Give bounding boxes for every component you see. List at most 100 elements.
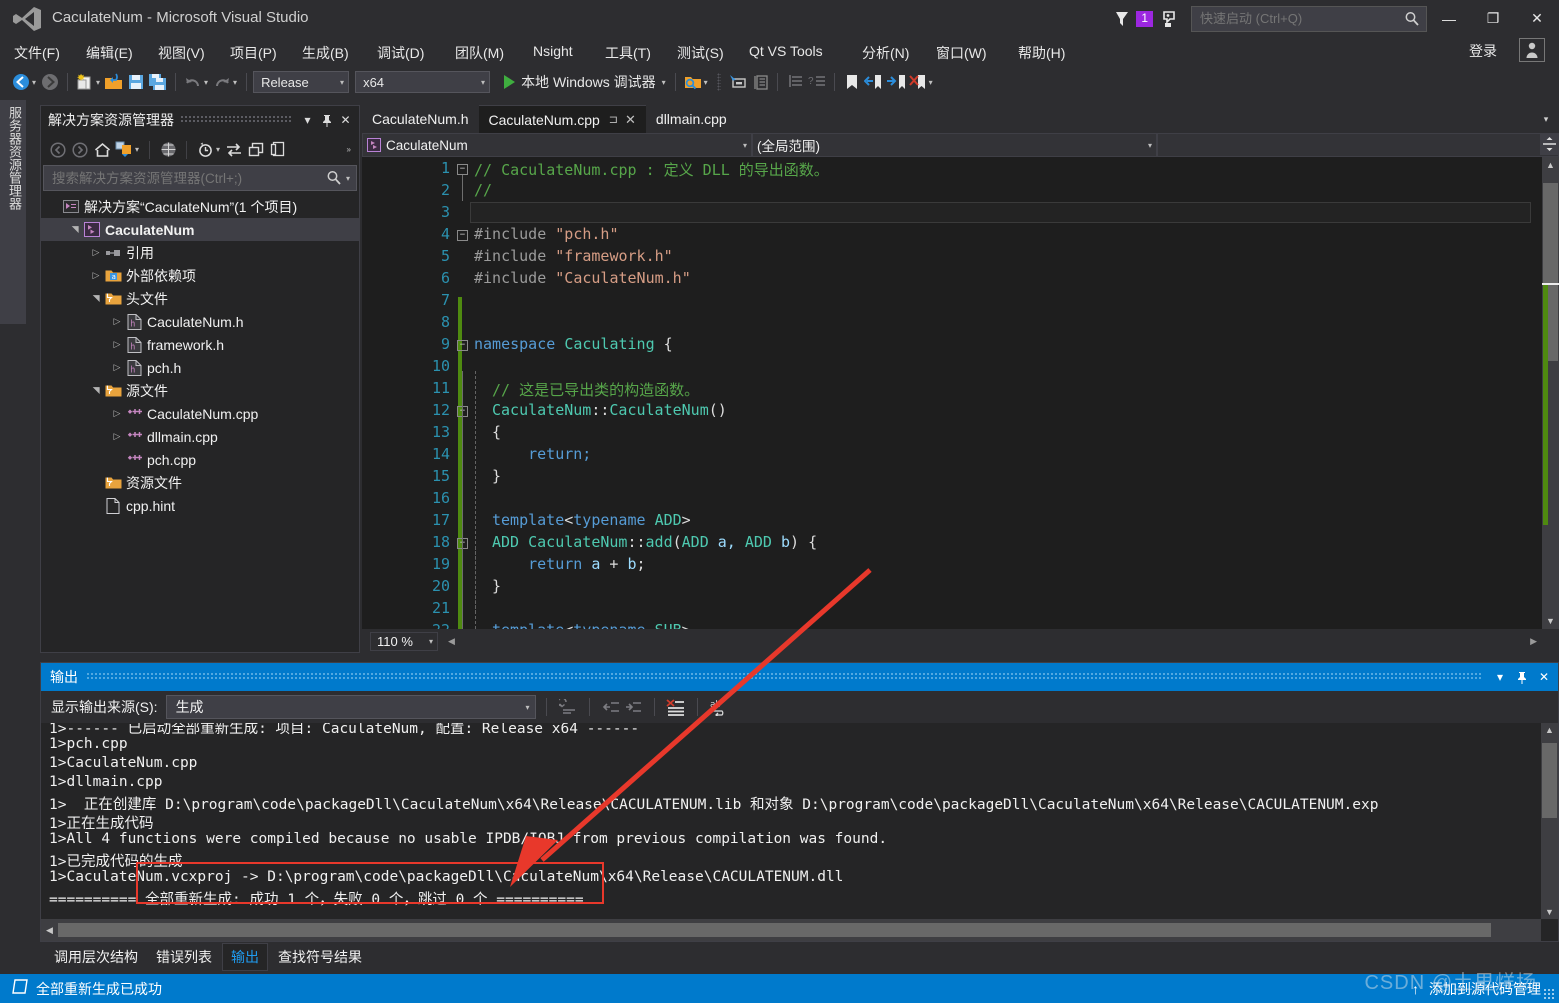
undo-icon[interactable] [182, 71, 204, 93]
undo-dropdown-icon[interactable]: ▾ [204, 78, 208, 87]
tree-item[interactable]: 解决方案“CaculateNum”(1 个项目) [41, 195, 359, 218]
chevron-down-icon[interactable]: ▾ [216, 145, 220, 154]
zoom-level-combo[interactable]: 110 % ▾ [370, 631, 438, 651]
tree-item[interactable]: ◢ CaculateNum [41, 218, 359, 241]
solution-explorer-search-input[interactable] [44, 166, 326, 190]
debug-target-dropdown-icon[interactable]: ▾ [662, 78, 666, 87]
send-feedback-icon[interactable] [1161, 10, 1181, 28]
navigate-forward-icon[interactable] [39, 71, 61, 93]
save-icon[interactable] [125, 71, 147, 93]
drag-handle[interactable] [86, 673, 1481, 681]
server-explorer-docked-tab[interactable]: 服务器资源管理器 [0, 100, 26, 324]
open-file-icon[interactable] [103, 71, 125, 93]
toolbar-overflow-icon[interactable]: » [347, 145, 351, 154]
scroll-down-icon[interactable]: ▼ [1542, 616, 1559, 626]
expander-expand-icon[interactable]: ▷ [89, 270, 103, 281]
tree-item[interactable]: cpp.hint [41, 494, 359, 517]
drag-handle[interactable] [180, 116, 292, 124]
previous-bookmark-icon[interactable] [863, 71, 885, 93]
menu-project[interactable]: 项目(P) [224, 41, 283, 65]
navigate-backward-icon[interactable] [10, 71, 32, 93]
start-debugging-button[interactable]: 本地 Windows 调试器 ▾ [504, 72, 669, 92]
solution-explorer-search-box[interactable]: ▾ [43, 165, 357, 191]
uncomment-selection-icon[interactable]: ? [806, 71, 828, 93]
tree-item[interactable]: ◢ 源文件 [41, 379, 359, 402]
menu-view[interactable]: 视图(V) [152, 41, 211, 65]
menu-debug[interactable]: 调试(D) [371, 41, 430, 65]
resize-grip[interactable] [1543, 988, 1555, 1000]
nav-project-combo[interactable]: CaculateNum ▾ [362, 133, 752, 157]
notifications-flag-icon[interactable] [1114, 10, 1134, 28]
close-icon[interactable]: ✕ [1533, 666, 1555, 688]
expander-expand-icon[interactable]: ▷ [110, 316, 124, 327]
close-button[interactable]: ✕ [1515, 0, 1559, 37]
editor-tab[interactable]: dllmain.cpp [645, 105, 737, 133]
editor-tab[interactable]: CaculateNum.h [362, 105, 479, 133]
scroll-left-icon[interactable]: ◀ [41, 925, 58, 936]
nav-scope-combo[interactable]: (全局范围) ▾ [752, 133, 1157, 157]
menu-analyze[interactable]: 分析(N) [856, 41, 915, 65]
collapse-all-icon[interactable] [245, 139, 267, 161]
bottom-tab[interactable]: 查找符号结果 [270, 944, 370, 970]
account-avatar-icon[interactable] [1519, 38, 1545, 62]
expander-expand-icon[interactable]: ▷ [89, 247, 103, 258]
tree-item[interactable]: ▷ h CaculateNum.h [41, 310, 359, 333]
save-all-icon[interactable] [147, 71, 169, 93]
chevron-down-icon[interactable]: ▾ [298, 110, 317, 130]
chevron-down-icon[interactable]: ▾ [135, 145, 139, 154]
pending-changes-filter-icon[interactable] [194, 139, 216, 161]
menu-edit[interactable]: 编辑(E) [80, 41, 139, 65]
collapse-region-icon[interactable]: − [457, 230, 468, 241]
code-text-area[interactable]: 1−// CaculateNum.cpp : 定义 DLL 的导出函数。 2//3… [362, 157, 1559, 653]
menu-build[interactable]: 生成(B) [296, 41, 355, 65]
toggle-word-wrap-icon[interactable]: ab [708, 696, 730, 718]
expander-collapse-icon[interactable]: ◢ [70, 223, 81, 237]
next-bookmark-icon[interactable] [885, 71, 907, 93]
collapse-region-icon[interactable]: − [457, 340, 468, 351]
collapse-region-icon[interactable]: − [457, 164, 468, 175]
tree-item[interactable]: ▷ CaculateNum.cpp [41, 402, 359, 425]
menu-tools[interactable]: 工具(T) [599, 41, 657, 65]
pin-icon[interactable] [317, 110, 336, 130]
output-horizontal-scrollbar[interactable]: ◀ [41, 919, 1541, 941]
close-icon[interactable]: ✕ [336, 110, 355, 130]
back-icon[interactable] [47, 139, 69, 161]
home-icon[interactable] [91, 139, 113, 161]
new-project-dropdown-icon[interactable]: ▾ [96, 78, 100, 87]
bottom-tab[interactable]: 调用层次结构 [46, 944, 146, 970]
redo-dropdown-icon[interactable]: ▾ [233, 78, 237, 87]
find-in-files-icon[interactable] [682, 71, 704, 93]
maximize-button[interactable]: ❐ [1471, 0, 1515, 37]
toolbar-overflow-icon[interactable]: ▾ [929, 78, 933, 87]
scroll-up-icon[interactable]: ▲ [1542, 160, 1559, 170]
scroll-up-icon[interactable]: ▲ [1541, 725, 1558, 735]
expander-expand-icon[interactable]: ▷ [110, 408, 124, 419]
tree-item[interactable]: ◢ 头文件 [41, 287, 359, 310]
sign-in-button[interactable]: 登录 [1469, 41, 1497, 61]
clear-output-window-icon[interactable] [665, 696, 687, 718]
menu-team[interactable]: 团队(M) [449, 41, 510, 65]
clear-all-bookmarks-icon[interactable] [907, 71, 929, 93]
chevron-down-icon[interactable]: ▾ [1489, 666, 1511, 688]
scrollbar-thumb[interactable] [1542, 743, 1557, 818]
menu-nsight[interactable]: Nsight [527, 41, 579, 61]
solution-platform-combo[interactable]: x64 ▾ [355, 71, 491, 93]
find-dropdown-icon[interactable]: ▾ [704, 78, 708, 87]
surround-with-icon[interactable] [749, 71, 771, 93]
tree-item[interactable]: ▷ h framework.h [41, 333, 359, 356]
scroll-right-icon[interactable]: ▶ [1530, 636, 1537, 647]
tree-item[interactable]: 资源文件 [41, 471, 359, 494]
search-options-dropdown-icon[interactable]: ▾ [346, 174, 350, 183]
tree-item[interactable]: pch.cpp [41, 448, 359, 471]
split-view-handle[interactable] [1540, 133, 1559, 155]
insert-snippet-icon[interactable] [727, 71, 749, 93]
refresh-icon[interactable] [223, 139, 245, 161]
scroll-down-icon[interactable]: ▼ [1541, 907, 1558, 917]
tree-item[interactable]: ▷ a 外部依赖项 [41, 264, 359, 287]
pin-icon[interactable] [1511, 666, 1533, 688]
sync-with-active-document-icon[interactable] [113, 139, 135, 161]
bottom-tab[interactable]: 错误列表 [148, 944, 220, 970]
navigate-backward-dropdown-icon[interactable]: ▾ [32, 78, 36, 87]
go-to-next-message-icon[interactable] [622, 696, 644, 718]
tree-item[interactable]: ▷ 引用 [41, 241, 359, 264]
